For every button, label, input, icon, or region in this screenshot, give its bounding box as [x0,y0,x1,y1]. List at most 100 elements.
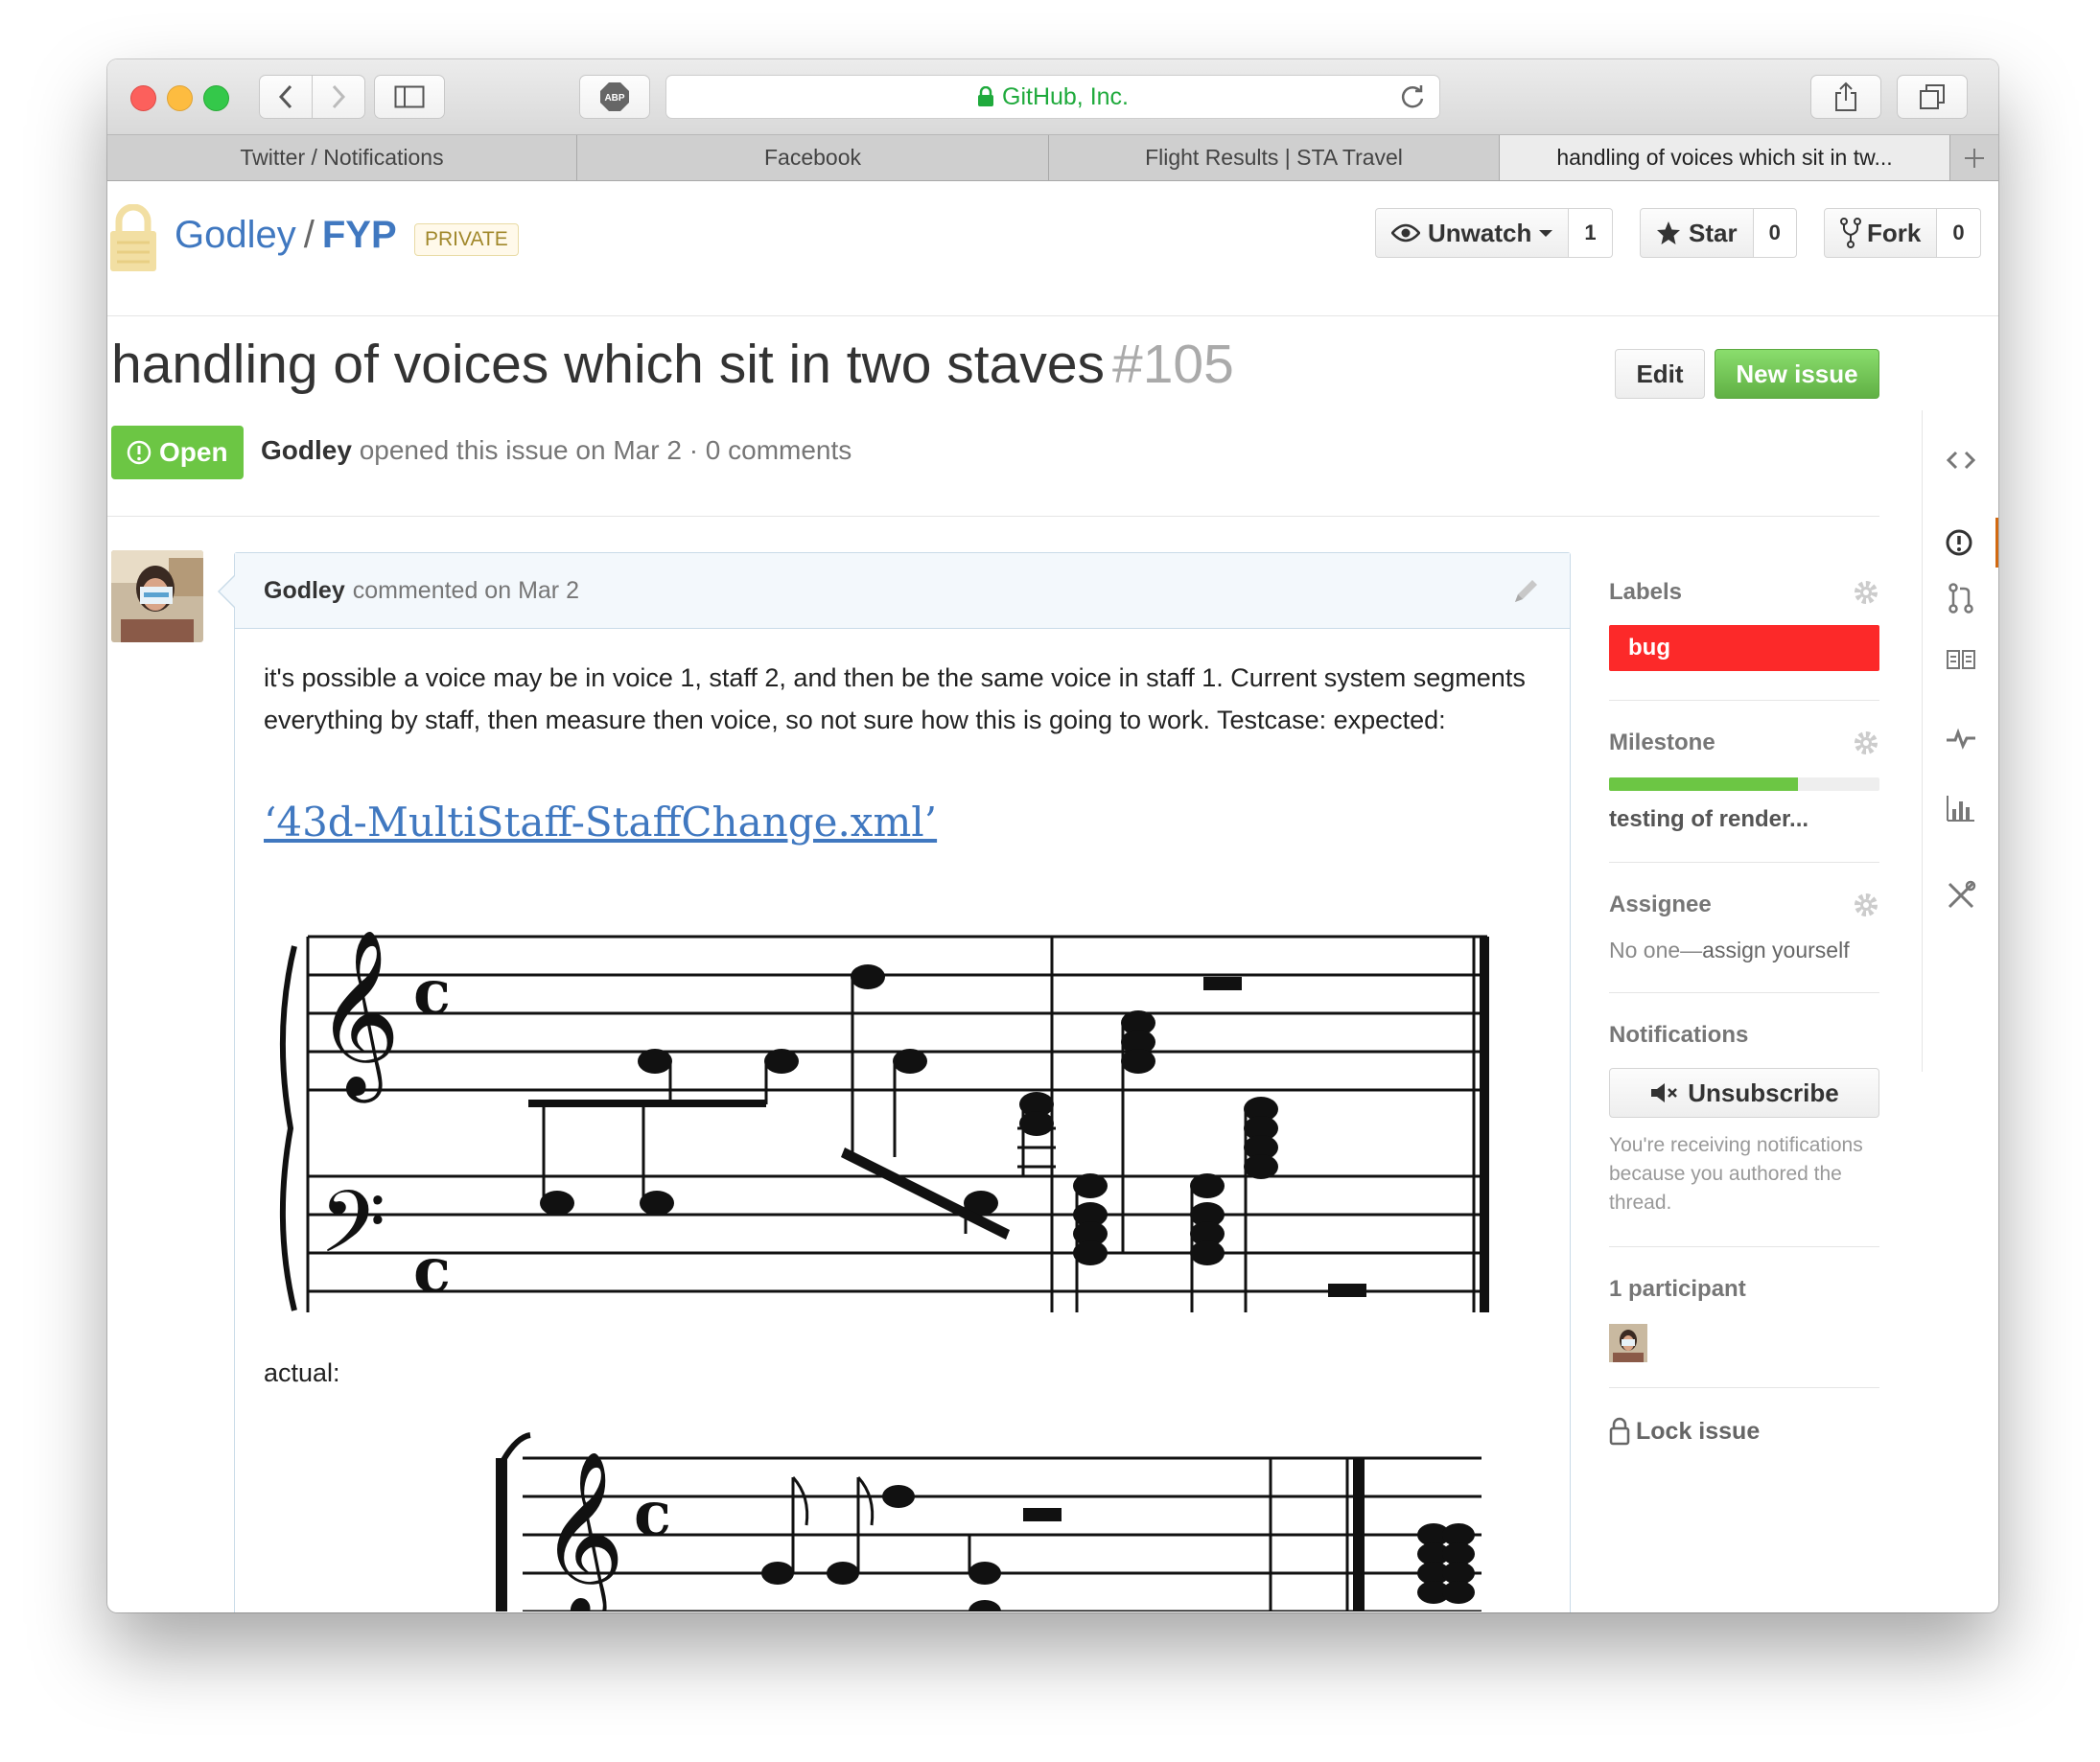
comment-date-text: commented on Mar 2 [352,576,579,604]
actual-score-image: 𝄞 c [496,1432,1482,1611]
nav-code[interactable] [1923,449,1998,472]
edit-issue-button[interactable]: Edit [1615,349,1705,399]
issue-meta: Godley opened this issue on Mar 2 · 0 co… [261,435,852,466]
assignee-gear-icon[interactable] [1853,892,1879,918]
milestone-heading: Milestone [1609,730,1715,755]
caret-down-icon [1539,230,1553,237]
assignee-section: Assignee No one—assign yourself [1609,863,1879,993]
tab-twitter[interactable]: Twitter / Notifications [107,135,577,180]
tab-current-issue[interactable]: handling of voices which sit in tw... [1500,135,1950,180]
mute-icon [1651,1083,1678,1102]
lock-icon [978,86,993,106]
code-icon [1947,451,1975,470]
minimize-window-button[interactable] [167,85,193,111]
repo-nav [1922,410,1998,1072]
share-icon [1835,81,1856,111]
sidebar-icon [394,85,425,108]
star-button[interactable]: Star [1640,208,1754,258]
svg-text:c: c [413,957,451,1029]
unwatch-label: Unwatch [1428,218,1532,247]
tab-facebook[interactable]: Facebook [577,135,1049,180]
lock-issue-link[interactable]: Lock issue [1609,1417,1879,1446]
assignee-heading: Assignee [1609,892,1712,917]
participant-avatar[interactable] [1609,1324,1647,1362]
back-button[interactable] [259,75,313,119]
milestone-title-link[interactable]: testing of render... [1609,806,1879,833]
stars-count[interactable]: 0 [1753,208,1797,258]
plus-icon [1965,148,1984,168]
pencil-icon[interactable] [1512,576,1541,605]
close-window-button[interactable] [130,85,156,111]
comment-arrow-inner [220,575,236,608]
milestone-section: Milestone testing of render... [1609,701,1879,863]
adblock-icon: ABP [600,82,629,111]
labels-section: Labels bug [1609,552,1879,701]
participants-heading: 1 participant [1609,1276,1746,1302]
sidebar-toggle-button[interactable] [374,75,445,119]
repo-title: Godley / FYP [175,214,397,257]
milestone-gear-icon[interactable] [1853,730,1879,756]
forks-count[interactable]: 0 [1937,208,1981,258]
labels-gear-icon[interactable] [1853,579,1879,606]
adblock-button[interactable]: ABP [579,75,650,119]
watchers-count[interactable]: 1 [1569,208,1613,258]
labels-heading: Labels [1609,579,1683,605]
settings-tools-icon [1948,880,1976,909]
notifications-reason-text: You're receiving notifications because y… [1609,1134,1863,1214]
pulse-icon [1947,728,1975,750]
browser-tabs: Twitter / Notifications Facebook Flight … [107,135,1998,181]
unsubscribe-button[interactable]: Unsubscribe [1609,1068,1879,1118]
tab-sta-travel[interactable]: Flight Results | STA Travel [1049,135,1500,180]
nav-pull-requests[interactable] [1923,583,1998,614]
repo-owner-link[interactable]: Godley [175,214,296,256]
reload-icon[interactable] [1399,83,1426,110]
private-repo-lock-icon [110,204,156,271]
nav-wiki[interactable] [1923,648,1998,671]
fork-icon [1840,218,1861,248]
nav-graphs[interactable] [1923,794,1998,823]
actual-label: actual: [264,1358,340,1387]
address-bar[interactable]: GitHub, Inc. [665,75,1440,119]
fork-label: Fork [1867,218,1922,247]
issue-title-text: handling of voices which sit in two stav… [111,334,1106,395]
expected-score-image: 𝄞 𝄢 c c [279,929,1489,1312]
new-tab-button[interactable] [1950,135,1998,180]
comment-author-avatar[interactable] [111,550,203,642]
testcase-file-link[interactable]: ‘43d-MultiStaff-StaffChange.xml’ [264,799,937,846]
new-issue-button[interactable]: New issue [1715,349,1879,399]
chevron-right-icon [332,84,346,109]
issue-author-link[interactable]: Godley [261,435,352,465]
issue-number: #105 [1112,334,1234,395]
assign-yourself-link[interactable]: assign yourself [1702,938,1849,962]
label-bug[interactable]: bug [1609,625,1879,671]
assignee-text: No one—assign yourself [1609,938,1879,963]
fork-group: Fork 0 [1824,208,1981,258]
milestone-progress-bar [1609,777,1879,791]
nav-settings[interactable] [1923,880,1998,911]
forward-button[interactable] [312,75,365,119]
issue-opened-text: opened this issue on Mar 2 · 0 comments [359,435,852,465]
header-divider [107,516,1879,517]
fork-button[interactable]: Fork [1824,208,1938,258]
watch-group: Unwatch 1 [1375,208,1613,258]
comment-author-link[interactable]: Godley [264,577,345,605]
star-label: Star [1689,218,1738,247]
tabs-overview-icon [1920,84,1945,109]
zoom-window-button[interactable] [203,85,229,111]
padlock-icon [1609,1417,1630,1446]
nav-pulse[interactable] [1923,727,1998,750]
share-button[interactable] [1810,75,1881,119]
issue-title: handling of voices which sit in two stav… [111,333,1234,396]
unwatch-button[interactable]: Unwatch [1375,208,1570,258]
browser-toolbar: ABP GitHub, Inc. [107,59,1998,135]
show-tabs-button[interactable] [1897,75,1968,119]
repo-name-link[interactable]: FYP [322,214,397,256]
pull-request-icon [1948,583,1973,614]
svg-text:𝄢: 𝄢 [319,1173,385,1293]
nav-issues[interactable] [1923,518,1998,568]
star-group: Star 0 [1640,208,1797,258]
participants-section: 1 participant [1609,1247,1879,1388]
repo-header: Godley / FYP PRIVATE Unwatch 1 Star 0 Fork… [107,181,1998,316]
issue-comment: Godley commented on Mar 2 it's possible … [218,552,1571,1612]
chevron-left-icon [278,84,292,109]
